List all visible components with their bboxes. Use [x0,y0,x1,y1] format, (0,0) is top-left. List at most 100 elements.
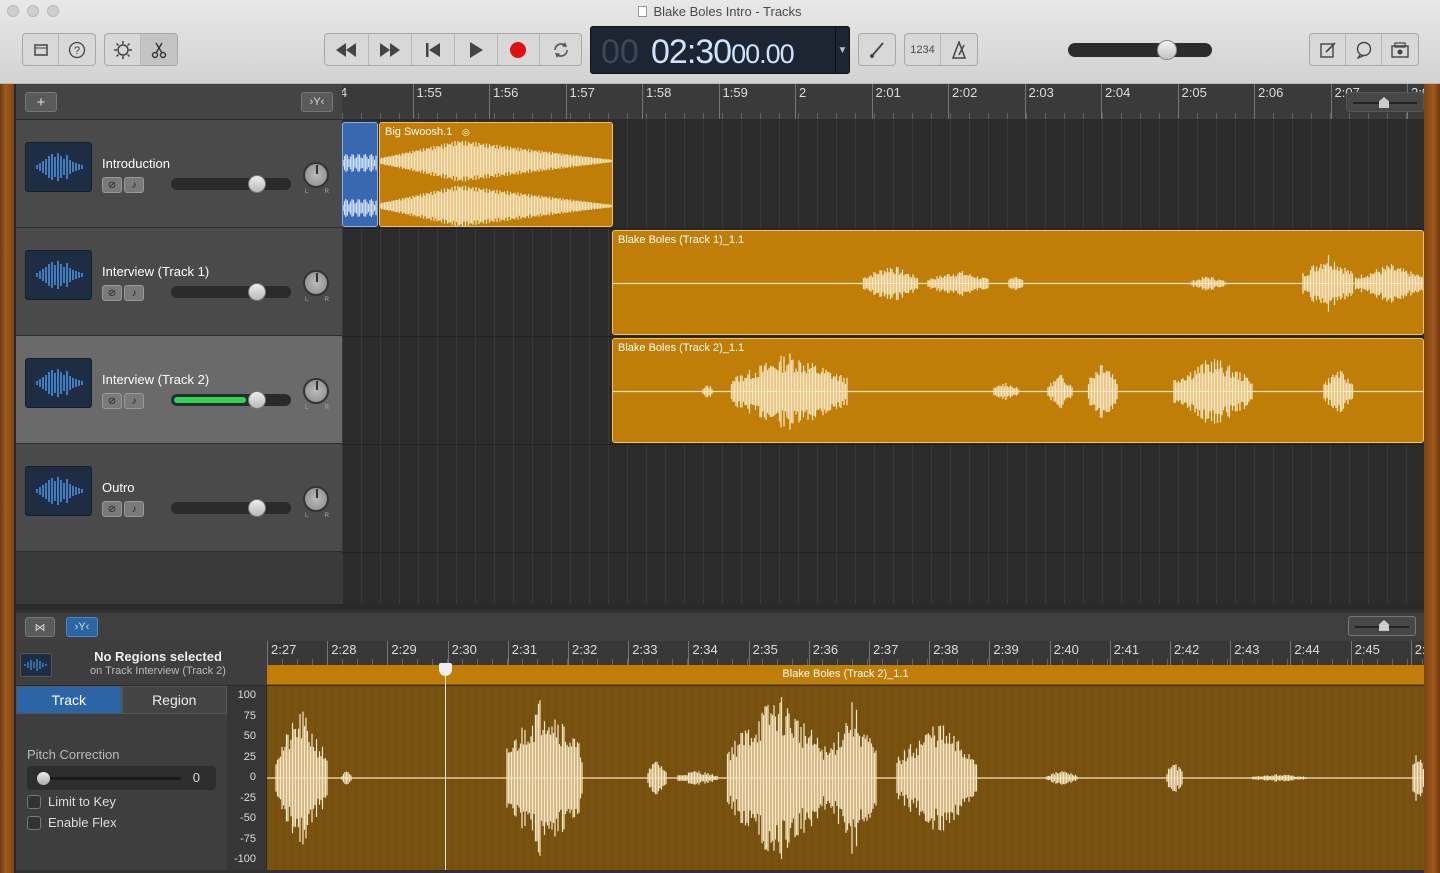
amplitude-label: -75 [240,832,256,845]
editor-ruler-tick: 2:28 [327,641,357,665]
headphones-icon[interactable]: ♪ [124,285,144,301]
enable-flex-checkbox[interactable] [27,816,41,830]
editor-ruler-tick-label: 2:42 [1174,642,1200,657]
amplitude-label: 50 [243,730,256,742]
ruler-tick: 2:05 [1177,84,1207,119]
track-inspector: Pitch Correction [16,714,227,870]
notepad-icon[interactable] [1310,34,1346,65]
lcd-time: 02:3000.00 [651,33,795,72]
timeline-ruler[interactable]: 4 1:55 1:56 1:57 1:58 1:59 2 2:01 2:02 2:03 2:04 2:… [342,84,1424,120]
media-browser-icon[interactable] [1382,34,1418,65]
mute-icon[interactable]: ⊘ [102,285,122,301]
add-track-button[interactable]: + [25,92,57,112]
editor-ruler-tick: 2:45 [1350,641,1380,665]
track-header-2[interactable]: Interview (Track 2) ⊘ ♪ L R [16,336,342,444]
track-volume-knob[interactable] [248,175,266,193]
go-to-start-icon[interactable] [412,34,455,65]
track-name[interactable]: Outro [102,480,135,495]
track-volume-slider[interactable] [171,502,291,514]
track-header-3[interactable]: Outro ⊘ ♪ L R [16,444,342,552]
play-icon[interactable] [455,34,498,65]
lcd-display[interactable]: 00 02:3000.00 ▼ [590,26,850,74]
metronome-icon[interactable] [941,34,977,65]
editor-ruler-tick-label: 2:39 [993,642,1019,657]
cycle-icon[interactable] [540,34,581,65]
count-in-button[interactable]: 1234 [905,34,941,65]
track-header-1[interactable]: Interview (Track 1) ⊘ ♪ L R [16,228,342,336]
mute-icon[interactable]: ⊘ [102,501,122,517]
pitch-correction-slider[interactable]: 0 [27,766,216,790]
region-blake-track1[interactable]: Blake Boles (Track 1)_1.1 [612,230,1424,335]
horizontal-zoom-slider[interactable] [1346,92,1424,112]
track-waveform-icon [25,250,92,300]
region-big-swoosh[interactable]: Big Swoosh.1 ◎ [379,122,613,227]
track-waveform-icon [25,466,92,516]
editor-ruler-tick: 2:35 [748,641,778,665]
pan-knob[interactable] [303,378,329,404]
window-title-text: Blake Boles Intro - Tracks [653,4,802,19]
track-volume-slider[interactable] [171,394,291,406]
tuner-icon[interactable] [859,34,895,65]
headphones-icon[interactable]: ♪ [124,393,144,409]
editor-ruler[interactable]: 2:27 2:28 2:29 2:30 2:31 2:32 2:33 2:34 2:35 2:36… [267,641,1424,665]
playhead[interactable] [445,665,446,870]
editor-ruler-tick: 2:41 [1109,641,1139,665]
track-volume-knob[interactable] [248,283,266,301]
editor-ruler-tick: 2:40 [1049,641,1079,665]
editor-ruler-tick-label: 2:33 [632,642,658,657]
tab-track[interactable]: Track [16,686,122,714]
editor-split-icon[interactable]: ⋈ [25,617,55,637]
ruler-tick-label: 2:03 [1028,85,1054,100]
pan-r-label: R [324,405,329,411]
headphones-icon[interactable]: ♪ [124,501,144,517]
master-volume-knob[interactable] [1157,40,1177,60]
wood-panel-right [1424,84,1440,873]
editor-ruler-tick: 2:29 [387,641,417,665]
lcd-mode-chevron-down-icon[interactable]: ▼ [835,27,849,73]
track-volume-knob[interactable] [248,499,266,517]
mute-icon[interactable]: ⊘ [102,393,122,409]
editor-ruler-tick: 2:37 [869,641,898,665]
region-blake-track2[interactable]: Blake Boles (Track 2)_1.1 [612,338,1424,443]
fast-forward-icon[interactable] [369,34,413,65]
track-header-0[interactable]: Introduction ⊘ ♪ L R [16,120,342,228]
pitch-correction-knob[interactable] [37,772,50,785]
record-icon[interactable] [498,34,541,65]
amplitude-label: -25 [240,791,256,804]
track-volume-slider[interactable] [171,178,291,190]
editor-waveform[interactable] [266,686,1425,870]
pan-knob[interactable] [303,162,329,188]
toolbar: Blake Boles Intro - Tracks ? 00 02:3000.… [0,0,1440,84]
ruler-tick: 1:56 [489,84,518,119]
smart-controls-icon[interactable] [105,34,141,65]
track-name[interactable]: Interview (Track 2) [102,372,209,387]
headphones-icon[interactable]: ♪ [124,177,144,193]
editor-ruler-tick: 2:31 [507,641,537,665]
track-name[interactable]: Introduction [102,156,170,171]
mute-icon[interactable]: ⊘ [102,177,122,193]
library-icon[interactable] [23,34,59,65]
editor-zoom-slider[interactable] [1348,616,1416,636]
pan-knob[interactable] [303,270,329,296]
help-icon[interactable]: ? [59,34,95,65]
catch-playhead-button[interactable]: ›Y‹ [301,92,333,112]
limit-to-key-checkbox[interactable] [27,795,41,809]
catch-playhead-editor-button[interactable]: ›Y‹ [66,617,98,637]
ruler-tick-label: 2:02 [952,85,978,100]
region-blue[interactable] [342,122,378,227]
playhead-handle[interactable] [439,663,452,676]
pan-knob[interactable] [303,486,329,512]
editor-ruler-tick: 2:44 [1290,641,1320,665]
scissors-icon[interactable] [141,34,177,65]
ruler-tick-label: 1:58 [646,85,672,100]
editor-toolbar: ⋈ ›Y‹ [16,613,1424,641]
rewind-icon[interactable] [325,34,369,65]
tracks-area[interactable]: Big Swoosh.1 ◎ Blake Boles (Track 1)_1.1… [342,120,1424,604]
track-volume-slider[interactable] [171,286,291,298]
track-volume-knob[interactable] [248,391,266,409]
tab-region[interactable]: Region [121,686,227,714]
editor-region-info: No Regions selected on Track Interview (… [16,641,267,686]
loop-browser-icon[interactable] [1346,34,1382,65]
track-name[interactable]: Interview (Track 1) [102,264,209,279]
master-volume-slider[interactable] [1068,43,1212,57]
